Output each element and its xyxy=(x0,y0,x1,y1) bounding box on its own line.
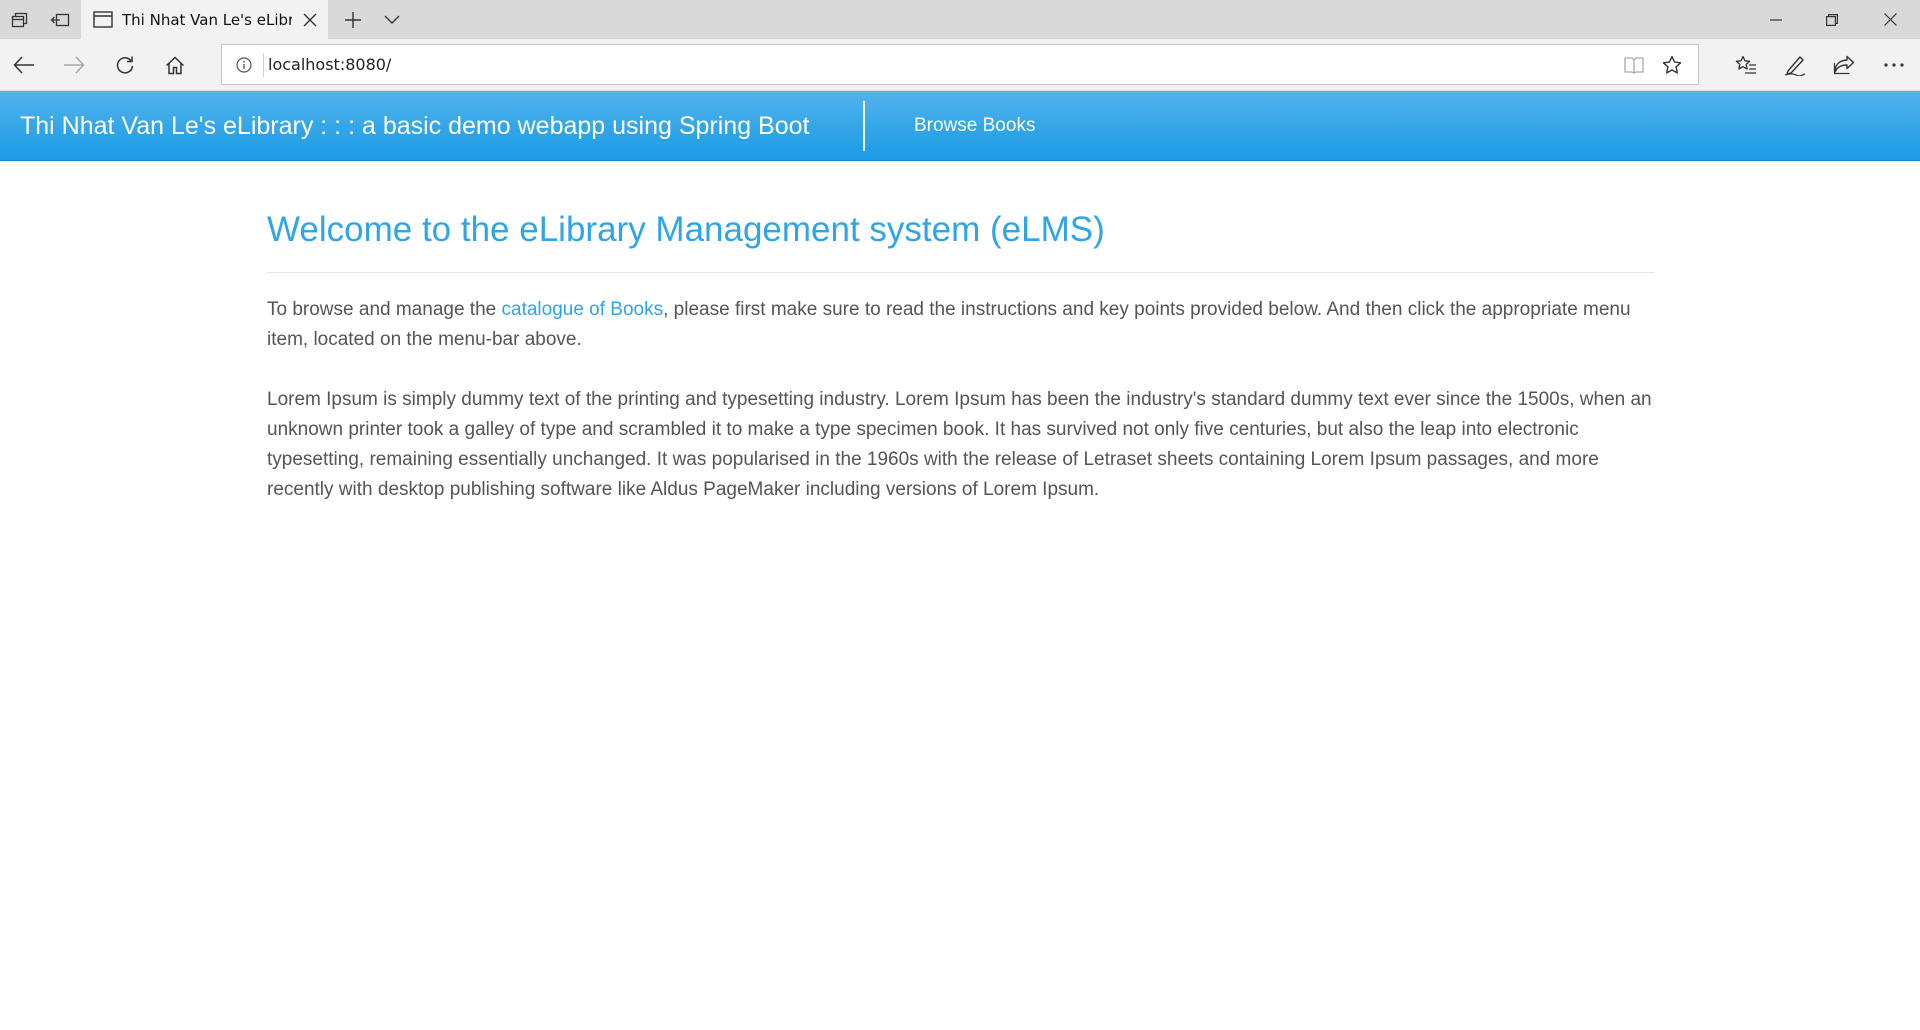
home-icon[interactable] xyxy=(155,45,195,85)
arrow-right-icon[interactable] xyxy=(54,45,94,85)
set-aside-tabs-icon[interactable] xyxy=(40,0,80,39)
plus-icon[interactable] xyxy=(333,0,373,39)
chevron-down-icon[interactable] xyxy=(372,0,412,39)
restore-icon[interactable] xyxy=(1804,0,1860,39)
refresh-icon[interactable] xyxy=(105,45,145,85)
minimize-icon[interactable] xyxy=(1748,0,1804,39)
page-favicon-icon xyxy=(93,11,113,28)
tab-strip: Thi Nhat Van Le's eLibrary xyxy=(0,0,1920,39)
address-divider xyxy=(263,53,264,77)
address-bar[interactable] xyxy=(221,44,1699,85)
active-tab[interactable]: Thi Nhat Van Le's eLibrary xyxy=(81,0,328,39)
intro-text-before: To browse and manage the xyxy=(267,299,502,320)
close-window-icon[interactable] xyxy=(1862,0,1918,39)
reading-view-icon[interactable] xyxy=(1622,53,1646,77)
url-input[interactable] xyxy=(268,45,1568,84)
share-icon[interactable] xyxy=(1824,45,1864,85)
star-icon[interactable] xyxy=(1660,53,1684,77)
page-title: Welcome to the eLibrary Management syste… xyxy=(267,210,1105,249)
site-navbar: Thi Nhat Van Le's eLibrary : : : a basic… xyxy=(0,91,1920,161)
catalogue-of-books-link[interactable]: catalogue of Books xyxy=(502,299,664,320)
title-divider xyxy=(267,272,1655,273)
site-info-icon[interactable] xyxy=(234,55,254,75)
arrow-left-icon[interactable] xyxy=(4,45,44,85)
brand-link[interactable]: Thi Nhat Van Le's eLibrary : : : a basic… xyxy=(20,91,809,161)
pen-icon[interactable] xyxy=(1775,45,1815,85)
navbar-divider xyxy=(863,101,865,151)
ellipsis-icon[interactable] xyxy=(1874,45,1914,85)
tab-title: Thi Nhat Van Le's eLibrary xyxy=(122,11,292,29)
intro-paragraph: To browse and manage the catalogue of Bo… xyxy=(267,295,1655,355)
lorem-paragraph: Lorem Ipsum is simply dummy text of the … xyxy=(267,389,1652,500)
favorites-list-icon[interactable] xyxy=(1726,45,1766,85)
browser-toolbar xyxy=(0,39,1920,91)
tab-actions-icon[interactable] xyxy=(0,0,40,39)
close-tab-icon[interactable] xyxy=(299,9,321,31)
browse-books-link[interactable]: Browse Books xyxy=(914,91,1035,161)
